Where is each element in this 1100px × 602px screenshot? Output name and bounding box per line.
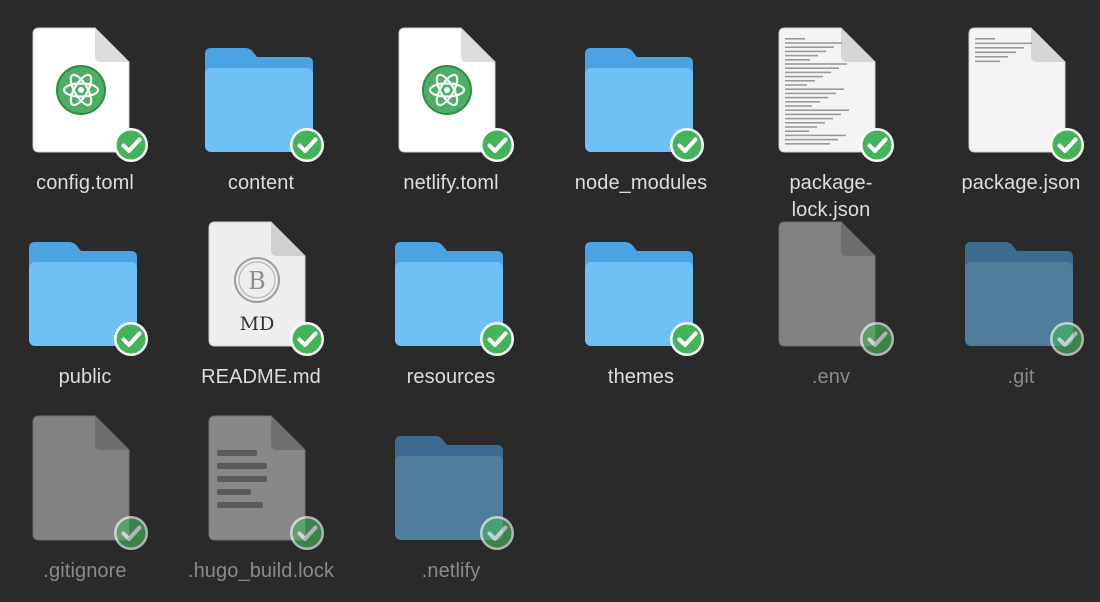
folder-item-git[interactable]: .git xyxy=(936,218,1100,408)
folder-icon xyxy=(955,218,1087,358)
item-label: netlify.toml xyxy=(403,172,499,194)
file-item-package-lock-json[interactable]: package- lock.json xyxy=(746,24,916,221)
folder-icon xyxy=(385,412,517,552)
file-item-package-json[interactable]: package.json xyxy=(936,24,1100,214)
sync-check-icon xyxy=(480,322,514,356)
item-label: public xyxy=(58,366,112,388)
file-item-readme-md[interactable]: B MD README.md xyxy=(176,218,346,408)
file-item-env[interactable]: .env xyxy=(746,218,916,408)
item-label: .git xyxy=(1007,366,1035,388)
sync-check-icon xyxy=(114,516,148,550)
folder-icon xyxy=(19,218,151,358)
sync-check-icon xyxy=(290,128,324,162)
sync-check-icon xyxy=(114,322,148,356)
folder-item-themes[interactable]: themes xyxy=(556,218,726,408)
markdown-badge-text: MD xyxy=(240,313,275,335)
sync-check-icon xyxy=(860,128,894,162)
blank-document-icon xyxy=(765,218,897,358)
sync-check-icon xyxy=(1050,322,1084,356)
folder-item-resources[interactable]: resources xyxy=(366,218,536,408)
file-item-gitignore[interactable]: .gitignore xyxy=(0,412,170,602)
item-label: themes xyxy=(607,366,675,388)
atom-document-icon xyxy=(385,24,517,164)
finder-icon-grid: config.toml content netlify.toml node_mo… xyxy=(0,0,1100,586)
sync-check-icon xyxy=(114,128,148,162)
sync-check-icon xyxy=(860,322,894,356)
document-lines-icon xyxy=(195,412,327,552)
folder-item-netlify[interactable]: .netlify xyxy=(366,412,536,602)
item-label: .netlify xyxy=(421,560,481,582)
folder-icon xyxy=(575,218,707,358)
file-item-hugo-build-lock[interactable]: .hugo_build.lock xyxy=(176,412,346,602)
folder-item-node-modules[interactable]: node_modules xyxy=(556,24,726,214)
item-label: content xyxy=(227,172,295,194)
text-document-icon xyxy=(765,24,897,164)
item-label: node_modules xyxy=(574,172,708,194)
file-item-config-toml[interactable]: config.toml xyxy=(0,24,170,214)
folder-icon xyxy=(195,24,327,164)
markdown-badge-letter: B xyxy=(248,267,266,295)
sync-check-icon xyxy=(670,128,704,162)
item-label: config.toml xyxy=(36,172,134,194)
sync-check-icon xyxy=(290,322,324,356)
markdown-document-icon: B MD xyxy=(195,218,327,358)
item-label: package- lock.json xyxy=(789,172,873,221)
item-label: package.json xyxy=(961,172,1081,194)
file-item-netlify-toml[interactable]: netlify.toml xyxy=(366,24,536,214)
sync-check-icon xyxy=(480,128,514,162)
item-label: resources xyxy=(406,366,496,388)
item-label: .env xyxy=(811,366,851,388)
item-label: README.md xyxy=(201,366,321,388)
blank-document-icon xyxy=(19,412,151,552)
folder-item-content[interactable]: content xyxy=(176,24,346,214)
item-label: .hugo_build.lock xyxy=(187,560,335,582)
item-label: .gitignore xyxy=(43,560,127,582)
text-document-icon xyxy=(955,24,1087,164)
sync-check-icon xyxy=(290,516,324,550)
folder-icon xyxy=(575,24,707,164)
atom-document-icon xyxy=(19,24,151,164)
folder-icon xyxy=(385,218,517,358)
sync-check-icon xyxy=(670,322,704,356)
sync-check-icon xyxy=(1050,128,1084,162)
sync-check-icon xyxy=(480,516,514,550)
folder-item-public[interactable]: public xyxy=(0,218,170,408)
